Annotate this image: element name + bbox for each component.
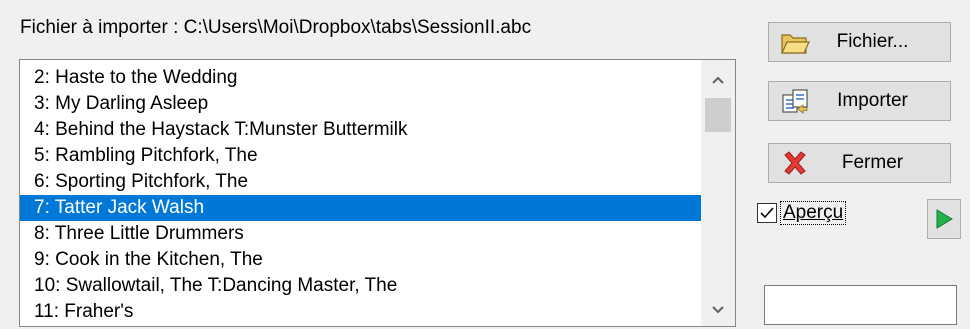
tune-list-item[interactable]: 10: Swallowtail, The T:Dancing Master, T… [20, 273, 715, 299]
tune-list-item[interactable]: 11: Fraher's [20, 299, 715, 325]
file-path-label: Fichier à importer : C:\Users\Moi\Dropbo… [20, 17, 532, 38]
tune-list-item[interactable]: 2: Haste to the Wedding [20, 65, 715, 91]
open-folder-icon [775, 26, 815, 58]
open-file-label: Fichier... [836, 31, 909, 52]
tune-listbox[interactable]: 2: Haste to the Wedding 3: My Darling Asl… [19, 59, 736, 327]
scrollbar-thumb[interactable] [705, 98, 731, 132]
close-label: Fermer [841, 152, 904, 173]
preview-text-field[interactable] [764, 285, 957, 325]
preview-label: Aperçu [779, 201, 847, 225]
import-label: Importer [837, 90, 908, 111]
play-icon [936, 209, 953, 229]
chevron-down-icon [712, 306, 724, 314]
tune-list-item[interactable]: 7: Tatter Jack Walsh [20, 195, 715, 221]
tune-list: 2: Haste to the Wedding 3: My Darling Asl… [20, 65, 715, 325]
checkmark-icon [760, 207, 774, 219]
close-icon [775, 147, 815, 179]
play-button[interactable] [927, 199, 961, 239]
chevron-up-icon [712, 76, 724, 84]
close-button[interactable]: Fermer [768, 143, 951, 183]
scroll-down-button[interactable] [701, 296, 735, 324]
tune-list-item[interactable]: 3: My Darling Asleep [20, 91, 715, 117]
tune-list-item[interactable]: 8: Three Little Drummers [20, 221, 715, 247]
import-icon [775, 85, 815, 117]
open-file-button[interactable]: Fichier... [768, 22, 951, 62]
tune-list-item[interactable]: 4: Behind the Haystack T:Munster Butterm… [20, 117, 715, 143]
tune-list-item[interactable]: 5: Rambling Pitchfork, The [20, 143, 715, 169]
import-button[interactable]: Importer [768, 81, 951, 121]
scroll-up-button[interactable] [701, 66, 735, 94]
preview-toggle[interactable]: Aperçu [757, 201, 847, 225]
preview-checkbox[interactable] [757, 203, 777, 223]
tune-list-item[interactable]: 6: Sporting Pitchfork, The [20, 169, 715, 195]
vertical-scrollbar[interactable] [701, 60, 735, 326]
tune-list-item[interactable]: 9: Cook in the Kitchen, The [20, 247, 715, 273]
